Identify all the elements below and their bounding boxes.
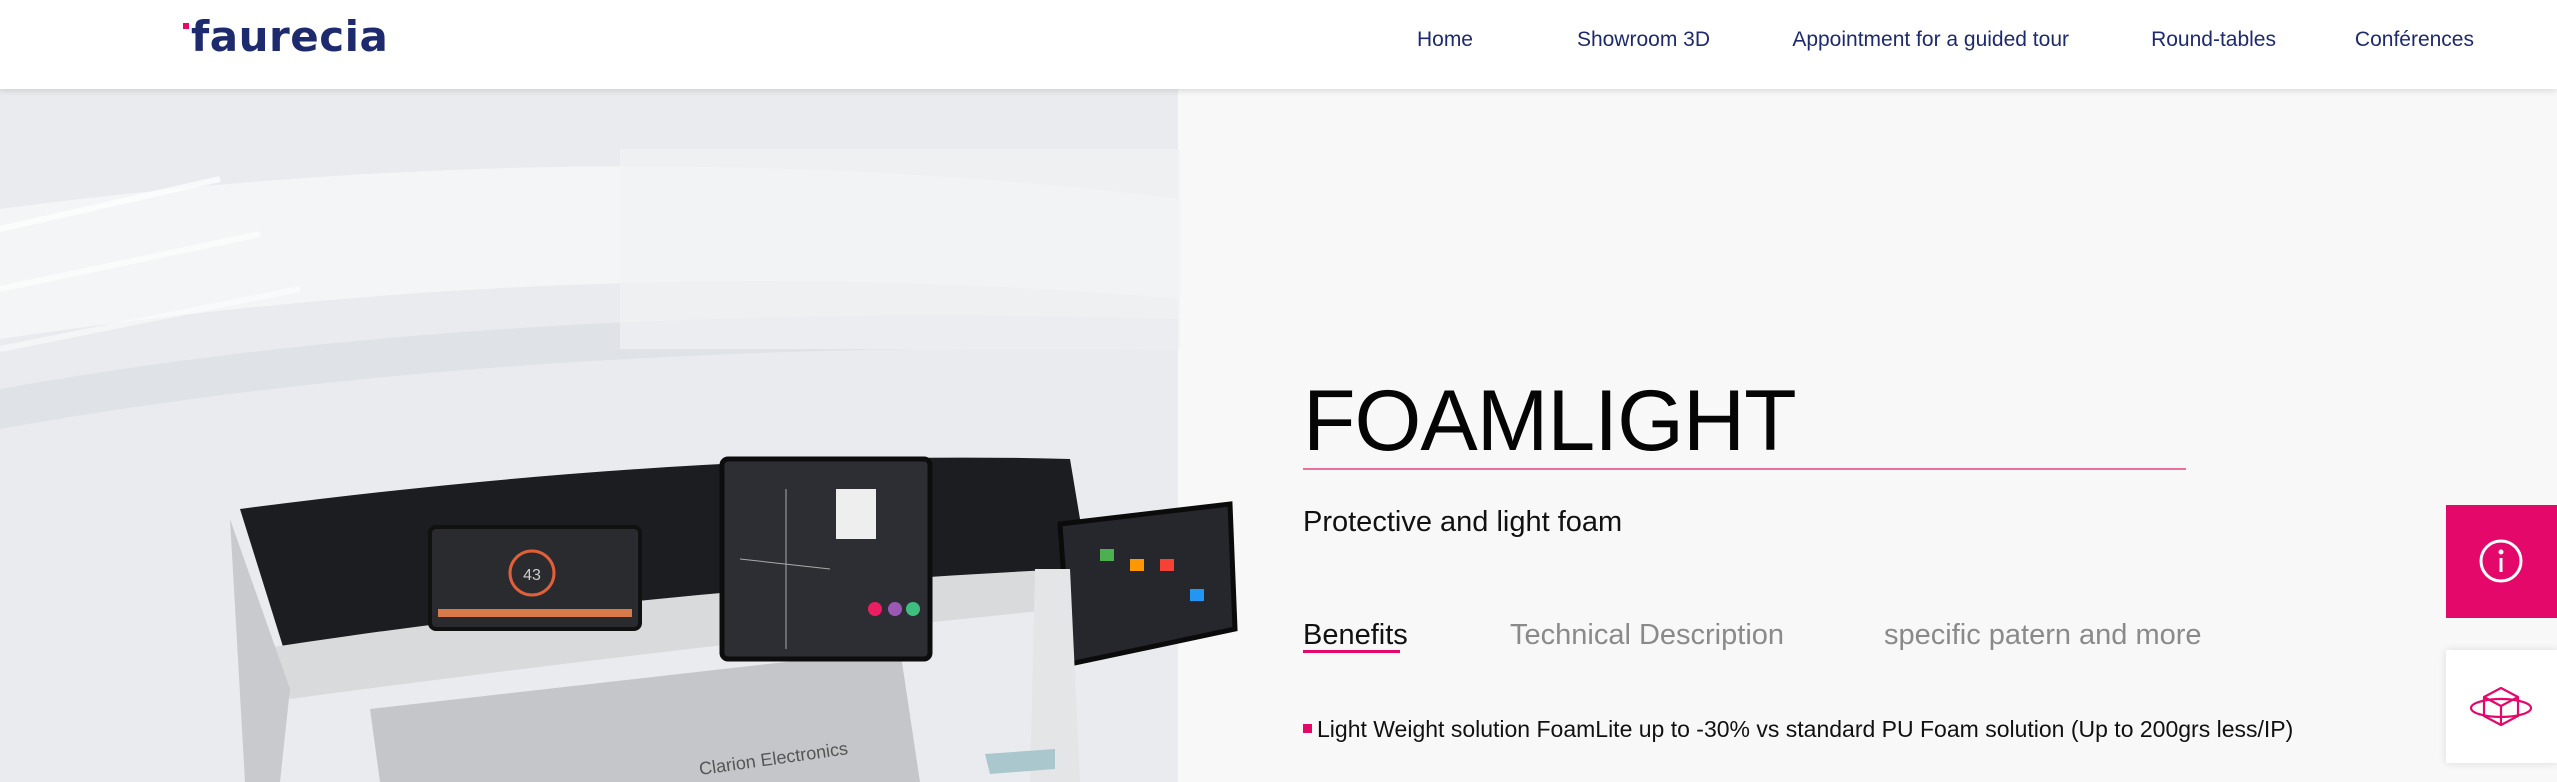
logo-dot (183, 23, 189, 29)
nav-round-tables[interactable]: Round-tables (2151, 28, 2276, 52)
info-button[interactable] (2446, 505, 2557, 618)
cluster-screen: 43 (428, 525, 642, 631)
bullet-text: Light Weight solution FoamLite up to -30… (1317, 716, 2294, 742)
title-divider (1303, 468, 2186, 470)
logo-text: faurecia (191, 12, 389, 61)
center-screen (719, 456, 933, 662)
nav-home[interactable]: Home (1417, 28, 1473, 52)
3d-cube-icon (2469, 686, 2533, 727)
gauge-value: 43 (523, 567, 541, 584)
hero-image: 43 Clarion Electronics (0, 89, 1240, 782)
cockpit-illustration: 43 Clarion Electronics (0, 89, 1240, 782)
tab-benefits[interactable]: Benefits (1303, 619, 1408, 652)
tab-technical-description[interactable]: Technical Description (1510, 619, 1784, 652)
bullet-marker (1303, 724, 1312, 733)
site-header: faurecia Home Showroom 3D Appointment fo… (0, 0, 2557, 89)
faurecia-logo[interactable]: faurecia (183, 12, 389, 61)
tab-specific-pattern[interactable]: specific patern and more (1884, 619, 2202, 652)
product-subtitle: Protective and light foam (1303, 506, 1623, 538)
active-tab-indicator (1303, 650, 1400, 653)
nav-conferences[interactable]: Conférences (2355, 28, 2474, 52)
nav-showroom-3d[interactable]: Showroom 3D (1577, 28, 1710, 52)
nav-appointment[interactable]: Appointment for a guided tour (1792, 28, 2069, 52)
product-title: FOAMLIGHT (1303, 373, 1797, 469)
showroom-3d-button[interactable] (2446, 650, 2557, 763)
info-icon (2479, 539, 2523, 583)
list-item: Light Weight solution FoamLite up to -30… (1303, 716, 2293, 743)
